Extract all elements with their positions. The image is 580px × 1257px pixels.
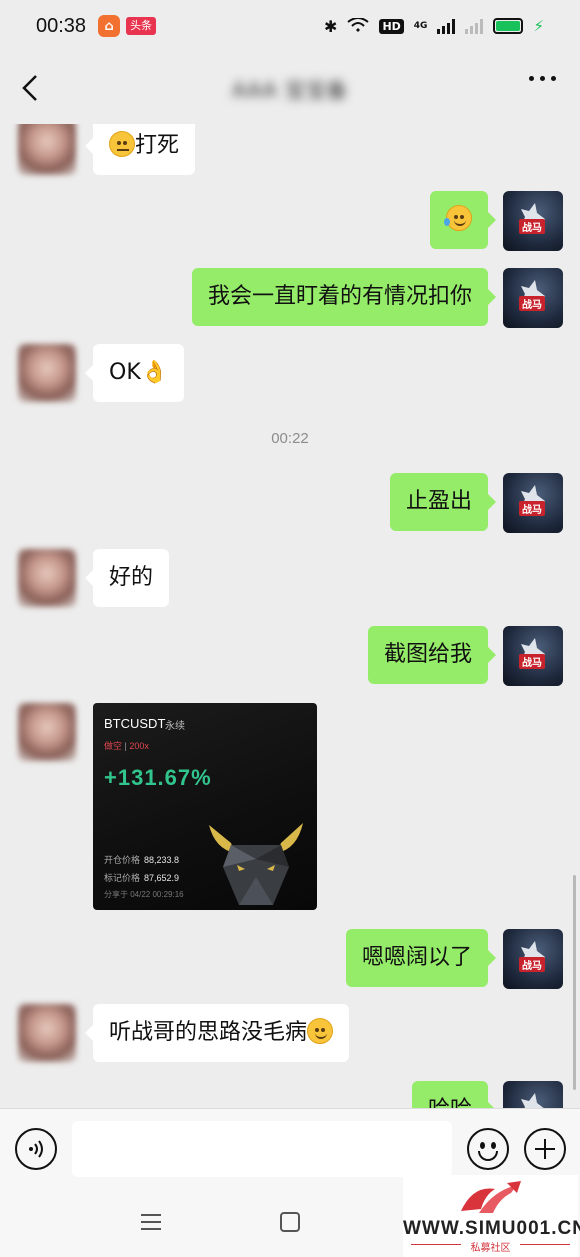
trade-screenshot-image[interactable]: BTCUSDT 永续 做空 | 200x +131.67% 开仓价格 88,233… — [93, 703, 317, 910]
message-row: 我会一直盯着的有情况扣你 战马 — [0, 268, 580, 328]
watermark-logo — [461, 1181, 521, 1213]
chat-header: AAA 宝宝备 — [0, 52, 580, 124]
scrollbar[interactable] — [573, 875, 576, 1090]
message-row: 打死 — [0, 117, 580, 175]
chevron-left-icon — [22, 75, 37, 101]
pnl-percent: +131.67% — [104, 765, 212, 790]
sent-message[interactable]: 截图给我 — [367, 626, 497, 684]
position-side: 做空 | 200x — [104, 741, 149, 751]
received-message[interactable]: OK👌 — [84, 344, 185, 402]
mark-price-row: 标记价格 87,652.9 — [104, 873, 180, 883]
more-actions-button[interactable] — [524, 1128, 566, 1170]
share-time: 分享于 04/22 00:29:16 — [104, 890, 184, 899]
message-row: 战马 — [0, 191, 580, 251]
chat-title: AAA 宝宝备 — [232, 77, 348, 102]
ok-hand-icon: 👌 — [140, 360, 169, 385]
contact-avatar[interactable] — [18, 1004, 76, 1062]
message-row: OK👌 — [0, 344, 580, 404]
sent-message[interactable]: 我会一直盯着的有情况扣你 — [191, 268, 497, 326]
emoji-button[interactable] — [467, 1128, 509, 1170]
sent-message[interactable]: 嗯嗯阔以了 — [345, 929, 497, 987]
my-avatar[interactable]: 战马 — [503, 191, 563, 251]
received-message[interactable]: 打死 — [84, 117, 196, 175]
sent-message[interactable]: 哈哈 — [411, 1081, 497, 1108]
smiling-face-icon — [307, 1018, 334, 1044]
message-row: 嗯嗯阔以了 战马 — [0, 929, 580, 989]
message-input[interactable] — [72, 1121, 452, 1177]
bull-logo-icon — [209, 823, 303, 905]
sent-message[interactable]: 止盈出 — [389, 473, 497, 531]
message-row: 止盈出 战马 — [0, 473, 580, 533]
message-list[interactable]: 打死 战马 我会一直盯着的有情况扣你 战马 OK👌 00:22 止盈出 战马 好… — [0, 0, 580, 1108]
back-button[interactable] — [14, 68, 46, 108]
message-row: 哈哈 战马 — [0, 1081, 580, 1108]
my-avatar[interactable]: 战马 — [503, 268, 563, 328]
contact-avatar[interactable] — [18, 344, 76, 402]
received-message[interactable]: 听战哥的思路没毛病 — [84, 1004, 350, 1062]
message-row: 好的 — [0, 549, 580, 609]
thinking-face-icon — [109, 131, 135, 157]
contact-avatar[interactable] — [18, 703, 76, 761]
watermark: WWW.SIMU001.CN 私募社区 — [403, 1175, 580, 1257]
my-avatar[interactable]: 战马 — [503, 626, 563, 686]
home-button[interactable] — [280, 1212, 300, 1232]
watermark-url: WWW.SIMU001.CN — [403, 1218, 580, 1239]
voice-input-button[interactable] — [15, 1128, 57, 1170]
more-options-button[interactable] — [529, 76, 556, 81]
contract-type: 永续 — [165, 721, 185, 732]
trade-symbol: BTCUSDT — [104, 716, 166, 731]
contact-avatar[interactable] — [18, 117, 76, 175]
received-message[interactable]: 好的 — [84, 549, 170, 607]
laughing-tears-face-icon — [444, 205, 472, 231]
my-avatar[interactable]: 战马 — [503, 473, 563, 533]
sent-message[interactable] — [430, 191, 496, 249]
voice-icon — [29, 1140, 43, 1158]
message-timestamp: 00:22 — [271, 430, 309, 447]
contact-avatar[interactable] — [18, 549, 76, 607]
message-row: 截图给我 战马 — [0, 626, 580, 686]
my-avatar[interactable]: 战马 — [503, 1081, 563, 1108]
my-avatar[interactable]: 战马 — [503, 929, 563, 989]
recent-apps-button[interactable] — [141, 1212, 163, 1232]
watermark-subtitle: 私募社区 — [470, 1243, 511, 1254]
message-row: 听战哥的思路没毛病 — [0, 1004, 580, 1064]
open-price-row: 开仓价格 88,233.8 — [104, 855, 180, 865]
